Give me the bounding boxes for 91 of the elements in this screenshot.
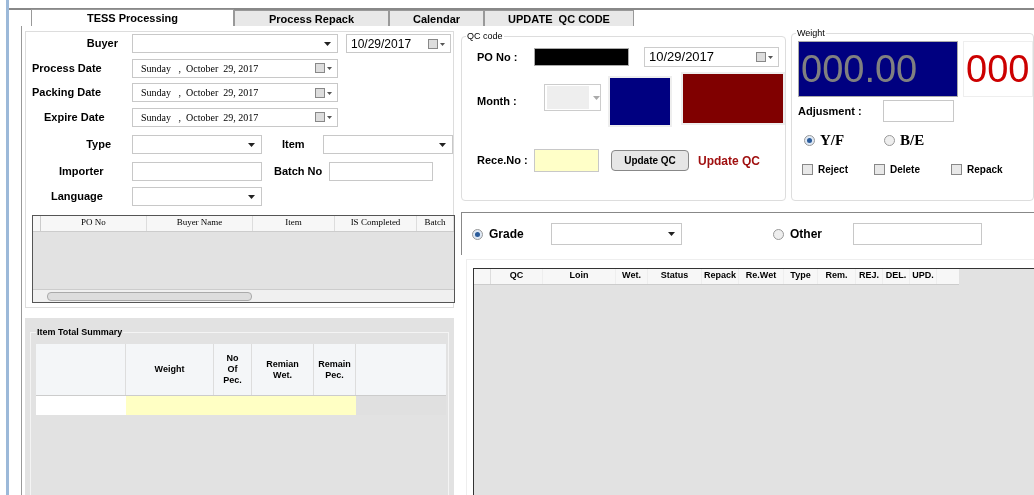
checkbox-label[interactable]: Delete (890, 161, 920, 177)
caret-icon (248, 194, 255, 199)
weight-display: 000.00 (798, 41, 958, 97)
radio-dot[interactable] (804, 134, 815, 146)
column-header[interactable]: Status (648, 269, 702, 284)
tab[interactable]: UPDATE QC CODE (484, 10, 634, 26)
date-picker[interactable]: Sunday , October 29, 2017 (132, 107, 338, 127)
caret-icon (668, 232, 675, 236)
date-value: Sunday , October 29, 2017 (141, 86, 259, 101)
column-header[interactable]: QC (491, 269, 543, 284)
column-header[interactable]: Item (253, 216, 335, 232)
field-label: Rece.No : (476, 153, 529, 169)
field-label: Month : (476, 94, 518, 109)
caret-icon (593, 95, 601, 100)
column-header[interactable]: Remain Pec. (314, 344, 356, 395)
column-header[interactable]: Buyer Name (147, 216, 253, 232)
column-header[interactable]: Repack (702, 269, 739, 284)
field-label: Process Date (32, 60, 103, 76)
date-value: 10/29/2017 (649, 48, 715, 67)
adjustment-field[interactable] (883, 100, 954, 122)
calendar-dropdown-icon[interactable] (315, 112, 333, 123)
checkbox[interactable] (874, 163, 885, 175)
checkbox[interactable] (802, 163, 813, 175)
language-dropdown[interactable] (132, 187, 262, 207)
date-value: 10/29/2017 (351, 35, 412, 53)
column-header[interactable]: DEL. (883, 269, 910, 284)
update-qc-button[interactable]: Update QC (611, 150, 689, 171)
column-header[interactable]: Loin (543, 269, 616, 284)
month-dropdown[interactable] (544, 84, 602, 111)
date-picker[interactable]: 10/29/2017 (346, 34, 451, 54)
color-swatch (608, 76, 673, 127)
calendar-dropdown-icon[interactable] (315, 63, 333, 74)
po-number-field[interactable] (534, 48, 629, 66)
importer-field[interactable] (132, 161, 262, 181)
calendar-dropdown-icon[interactable] (756, 52, 774, 62)
column-header[interactable]: UPD. (910, 269, 937, 284)
status-text: Update QC (698, 152, 760, 170)
item-dropdown[interactable] (323, 135, 453, 155)
field-label: Expire Date (43, 109, 106, 125)
group-title: Weight (796, 27, 826, 41)
tab[interactable]: TESS Processing (31, 9, 234, 26)
field-label: PO No : (476, 49, 519, 65)
grade-dropdown[interactable] (551, 223, 682, 245)
radio-label[interactable]: B/E (900, 129, 925, 152)
column-header[interactable]: No Of Pec. (214, 344, 252, 395)
column-header[interactable]: REJ. (856, 269, 883, 284)
field-label: Packing Date (32, 85, 103, 101)
column-header[interactable]: Wet. (616, 269, 648, 284)
other-field[interactable] (853, 223, 982, 245)
checkbox-label[interactable]: Repack (967, 161, 1003, 177)
batch-field[interactable] (329, 161, 433, 181)
date-value: Sunday , October 29, 2017 (141, 61, 259, 76)
rece-number-field[interactable] (534, 149, 599, 172)
column-header[interactable]: Weight (126, 344, 214, 395)
calendar-dropdown-icon[interactable] (315, 87, 333, 98)
caret-icon (324, 41, 331, 46)
column-header[interactable]: Batch (417, 216, 454, 232)
type-dropdown[interactable] (132, 135, 262, 155)
count-display: 000 (963, 41, 1033, 97)
radio-dot[interactable] (472, 228, 483, 240)
column-header[interactable]: Type (784, 269, 818, 284)
column-header[interactable]: Remian Wet. (252, 344, 314, 395)
tab[interactable]: Calendar (389, 10, 484, 26)
checkbox-label[interactable]: Reject (818, 161, 848, 177)
field-label: Type (85, 137, 112, 153)
column-header[interactable]: Rem. (818, 269, 856, 284)
field-label: Language (50, 189, 104, 205)
caret-icon (248, 142, 255, 147)
column-header[interactable]: PO No (41, 216, 147, 232)
horizontal-scrollbar[interactable] (33, 289, 454, 302)
field-label: Batch No (273, 163, 324, 179)
column-header[interactable]: Re.Wet (739, 269, 784, 284)
tab[interactable]: Process Repack (234, 10, 389, 26)
radio-label[interactable]: Y/F (820, 129, 845, 152)
caret-icon (439, 142, 446, 147)
radio-label[interactable]: Other (790, 225, 822, 243)
date-picker[interactable]: 10/29/2017 (644, 47, 779, 67)
checkbox[interactable] (951, 163, 962, 175)
calendar-dropdown-icon[interactable] (428, 38, 446, 49)
field-label: Buyer (85, 36, 118, 52)
date-picker[interactable]: Sunday , October 29, 2017 (132, 83, 338, 103)
column-header[interactable]: IS Completed (335, 216, 417, 232)
radio-label[interactable]: Grade (489, 225, 524, 243)
date-value: Sunday , October 29, 2017 (141, 110, 259, 125)
buyer-dropdown[interactable] (132, 34, 338, 54)
group-title: Item Total Summary (36, 326, 124, 340)
group-title: QC code (466, 30, 504, 44)
field-label: Item (281, 137, 306, 153)
date-picker[interactable]: Sunday , October 29, 2017 (132, 58, 338, 78)
field-label: Adjusment : (798, 103, 863, 119)
field-label: Importer (58, 163, 105, 179)
